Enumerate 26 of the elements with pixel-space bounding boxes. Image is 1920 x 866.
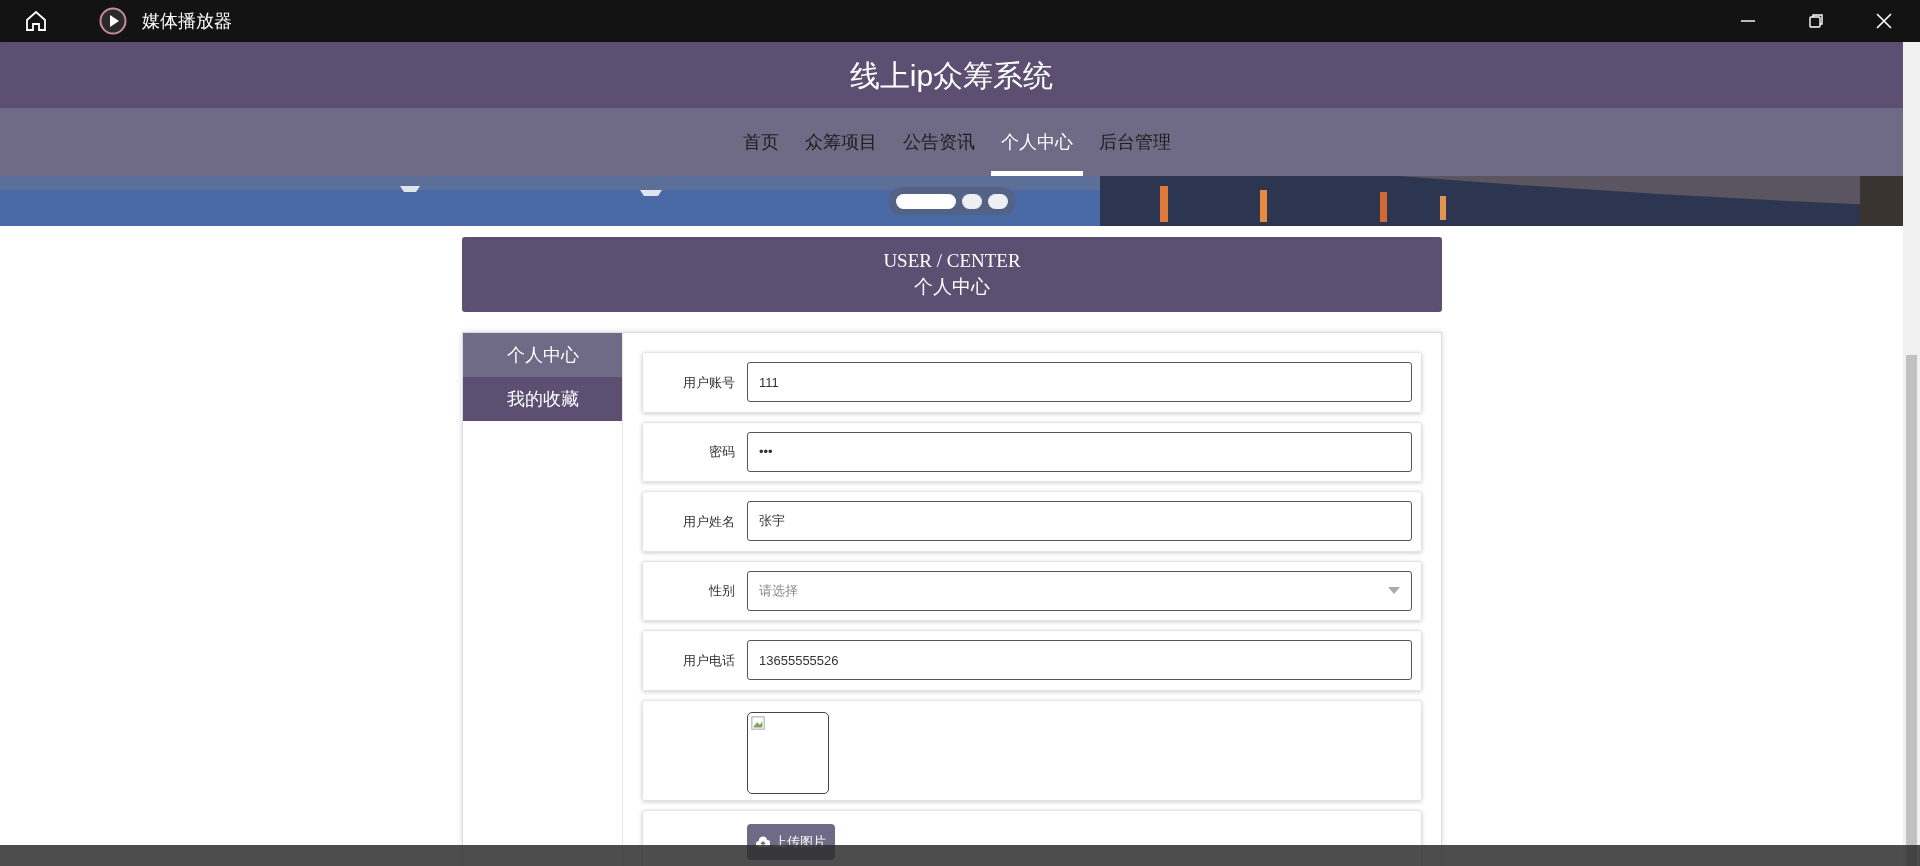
input-field[interactable]: 张宇 xyxy=(747,501,1412,542)
broken-image-icon xyxy=(751,715,765,730)
nav-tab[interactable]: 首页 xyxy=(732,108,789,176)
restore-icon[interactable] xyxy=(1808,13,1824,29)
nav-tab[interactable]: 后台管理 xyxy=(1088,108,1181,176)
nav-tab[interactable]: 众筹项目 xyxy=(794,108,887,176)
field-label: 用户账号 xyxy=(683,374,735,390)
field-label: 用户姓名 xyxy=(683,513,735,529)
home-icon[interactable] xyxy=(24,9,48,33)
caret-icon xyxy=(1388,587,1400,595)
sidebar-item[interactable]: 个人中心 xyxy=(463,333,622,377)
field-label: 用户电话 xyxy=(683,652,735,668)
input-field[interactable]: 13655555526 xyxy=(747,640,1412,681)
window-title: 媒体播放器 xyxy=(142,9,232,33)
close-icon[interactable] xyxy=(1876,13,1892,29)
input-field[interactable]: ••• xyxy=(747,431,1412,472)
play-icon xyxy=(99,7,127,35)
field-label: 密码 xyxy=(709,444,735,459)
section-title-english: USER / CENTER xyxy=(883,248,1021,273)
section-title: 个人中心 xyxy=(914,274,990,299)
nav-tab[interactable]: 公告资讯 xyxy=(892,108,985,176)
site-title: 线上ip众筹系统 xyxy=(849,57,1054,94)
sidebar-item[interactable]: 我的收藏 xyxy=(463,377,622,421)
select-field[interactable]: 请选择 xyxy=(747,570,1412,611)
field-label: 性别 xyxy=(709,583,735,598)
input-field[interactable]: 111 xyxy=(747,362,1412,403)
